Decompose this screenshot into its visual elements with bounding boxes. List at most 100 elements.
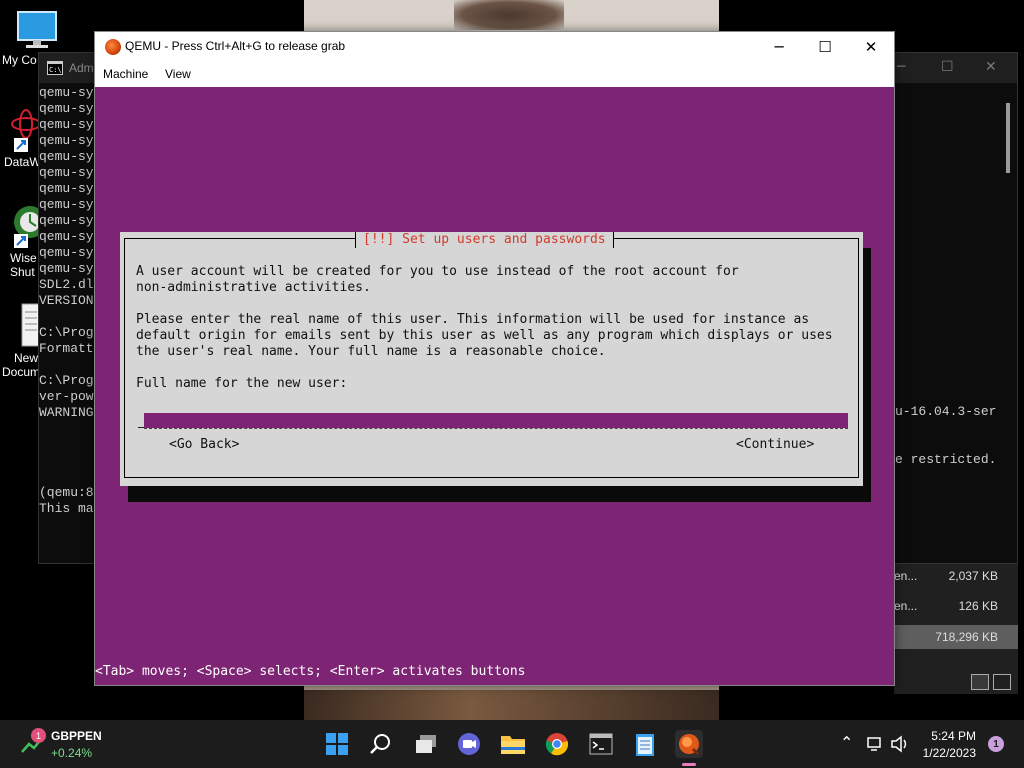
active-app-indicator — [682, 763, 696, 766]
cmd-output-line: qemu-sy — [39, 85, 94, 100]
continue-button[interactable]: <Continue> — [736, 437, 814, 453]
full-name-input[interactable] — [144, 413, 848, 428]
video-chat-icon — [458, 733, 480, 755]
clock-date[interactable]: 1/22/2023 — [923, 746, 976, 760]
file-size: 126 KB — [958, 599, 998, 613]
tiles-view-icon[interactable] — [993, 674, 1011, 690]
go-back-button[interactable]: <Go Back> — [169, 437, 239, 453]
chrome-icon — [545, 733, 569, 756]
search-icon — [370, 734, 390, 754]
start-button[interactable] — [323, 730, 351, 758]
cmd-output-fragment: e restricted. — [895, 452, 997, 467]
desktop-icon-label: DataW — [4, 155, 41, 169]
file-size: 2,037 KB — [948, 569, 998, 583]
cmd-output-line: C:\Prog — [39, 325, 94, 340]
file-name: en... — [894, 569, 918, 583]
menu-view[interactable]: View — [165, 67, 191, 81]
cmd-output-line: qemu-sy — [39, 197, 94, 212]
setup-users-dialog: [!!] Set up users and passwords A user a… — [120, 232, 863, 486]
cmd-maximize-button[interactable]: ☐ — [941, 59, 954, 75]
cmd-output-line — [39, 421, 99, 437]
cmd-output-line — [39, 357, 99, 373]
cmd-output-line: qemu-sy — [39, 213, 94, 228]
notification-badge[interactable]: 1 — [988, 736, 1004, 752]
full-name-label: Full name for the new user: — [136, 376, 348, 391]
ticker-badge: 1 — [31, 728, 46, 743]
cmd-output-line — [39, 453, 99, 469]
cmd-output-line — [39, 469, 99, 485]
guest-screen[interactable]: [!!] Set up users and passwords A user a… — [95, 87, 894, 685]
taskbar: 1 GBPPEN +0.24% ⌃ 5:24 PM 1/22/2023 1 — [0, 720, 1024, 768]
file-explorer-icon — [501, 736, 525, 754]
clock-time[interactable]: 5:24 PM — [931, 729, 976, 743]
cmd-output-line: Formatt — [39, 341, 94, 356]
video-chat-button[interactable] — [455, 730, 483, 758]
file-row-selected[interactable]: 718,296 KB — [894, 625, 1018, 649]
cmd-output-line: qemu-sy — [39, 181, 94, 196]
search-button[interactable] — [367, 730, 395, 758]
cmd-output-line: (qemu:8 — [39, 485, 94, 500]
start-icon — [326, 733, 348, 755]
chrome-button[interactable] — [543, 730, 571, 758]
cmd-output: qemu-sy qemu-sy qemu-sy qemu-sy qemu-sy qemu-… — [39, 85, 99, 517]
cmd-output-line — [39, 437, 99, 453]
ticker-symbol: GBPPEN — [51, 729, 102, 743]
qemu-window[interactable]: QEMU - Press Ctrl+Alt+G to release grab … — [94, 31, 895, 686]
close-button[interactable]: ✕ — [848, 32, 894, 61]
task-view-button[interactable] — [412, 730, 440, 758]
minimize-button[interactable]: ─ — [756, 32, 802, 61]
notepad-icon — [636, 734, 654, 756]
file-row[interactable]: en... 126 KB — [894, 594, 1018, 618]
cmd-output-line: WARNING — [39, 405, 94, 420]
file-size: 718,296 KB — [935, 630, 998, 644]
cmd-scrollbar-thumb[interactable] — [1006, 103, 1010, 173]
datawrapper-icon — [11, 109, 41, 152]
task-view-icon — [416, 735, 436, 753]
cmd-output-line — [39, 309, 99, 325]
cmd-output-line: qemu-sy — [39, 165, 94, 180]
cmd-output-line: qemu-sy — [39, 101, 94, 116]
maximize-button[interactable]: ☐ — [802, 32, 848, 61]
terminal-button[interactable] — [587, 730, 615, 758]
cmd-output-line: qemu-sy — [39, 261, 94, 276]
cmd-output-line: This ma — [39, 501, 94, 516]
svg-text:C:\: C:\ — [49, 66, 62, 74]
qemu-taskbar-button[interactable] — [675, 730, 703, 758]
file-explorer-button[interactable] — [499, 730, 527, 758]
file-explorer-window[interactable]: en... 2,037 KB en... 126 KB 718,296 KB — [894, 564, 1018, 694]
cmd-output-line: VERSION — [39, 293, 94, 308]
notepad-button[interactable] — [631, 730, 659, 758]
dialog-title: [!!] Set up users and passwords — [355, 232, 614, 248]
cmd-output-line: qemu-sy — [39, 149, 94, 164]
window-title: QEMU - Press Ctrl+Alt+G to release grab — [125, 39, 346, 53]
terminal-icon — [589, 733, 613, 755]
dialog-paragraph: Please enter the real name of this user.… — [136, 312, 833, 359]
qemu-titlebar[interactable]: QEMU - Press Ctrl+Alt+G to release grab … — [95, 32, 894, 61]
cmd-close-button[interactable]: ✕ — [985, 59, 997, 75]
cmd-output-line: ver-pow — [39, 389, 94, 404]
file-row[interactable]: en... 2,037 KB — [894, 564, 1018, 588]
cmd-icon: C:\ — [47, 61, 63, 75]
menubar: Machine View — [95, 62, 894, 86]
cmd-output-line: C:\Prog — [39, 373, 94, 388]
input-underline — [144, 428, 848, 429]
monitor-icon — [17, 11, 57, 48]
details-view-icon[interactable] — [971, 674, 989, 690]
file-name: en... — [894, 599, 918, 613]
show-hidden-icons-button[interactable]: ⌃ — [840, 733, 853, 752]
qemu-logo-icon — [105, 39, 121, 55]
cmd-minimize-button[interactable]: ─ — [897, 59, 905, 75]
dialog-paragraph: A user account will be created for you t… — [136, 264, 739, 295]
cmd-output-fragment: u-16.04.3-ser — [895, 404, 997, 419]
menu-machine[interactable]: Machine — [103, 67, 148, 81]
cmd-output-line: qemu-sy — [39, 133, 94, 148]
cmd-output-line: SDL2.dl — [39, 277, 94, 292]
desktop-icon-datawrapper[interactable]: DataW — [4, 108, 41, 169]
ticker-change: +0.24% — [51, 746, 93, 760]
cmd-output-line: qemu-sy — [39, 117, 94, 132]
cmd-title: Adm — [69, 61, 94, 75]
network-icon[interactable] — [866, 736, 884, 752]
qemu-icon — [679, 734, 700, 756]
volume-icon[interactable] — [890, 735, 910, 753]
cmd-output-line: qemu-sy — [39, 245, 94, 260]
